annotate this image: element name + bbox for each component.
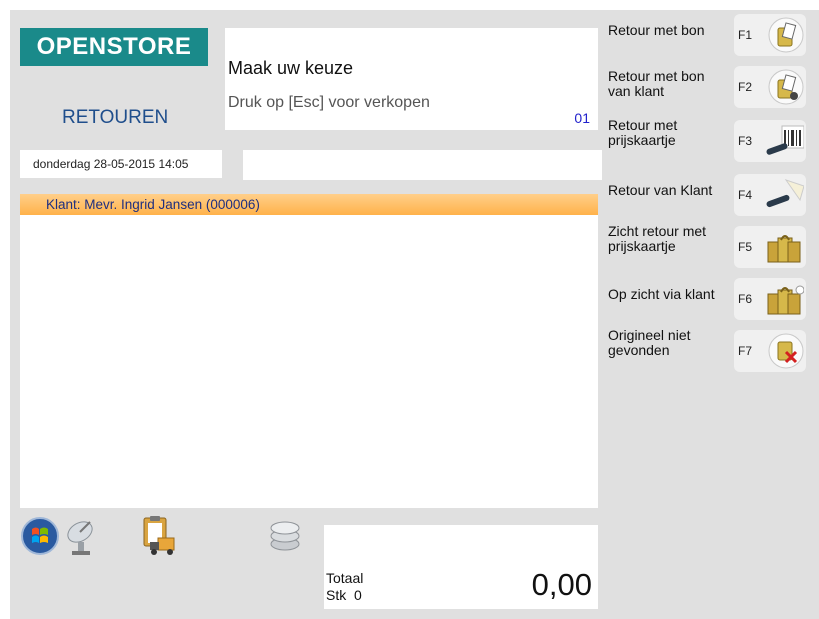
mode-title: RETOUREN	[62, 107, 169, 128]
fkey-f4-button[interactable]: F4	[734, 174, 806, 216]
fkey-f4-label: Retour van Klant	[608, 182, 713, 198]
barcode-scanner-icon	[766, 125, 804, 155]
fkey-f4-key: F4	[738, 188, 753, 202]
coins-stack-icon[interactable]	[263, 514, 307, 558]
scanner-customer-icon	[766, 179, 804, 208]
fkey-f1-row: Retour met bon F1	[608, 14, 808, 56]
fkey-f1-label: Retour met bon	[608, 22, 705, 38]
shopping-bags-icon	[767, 235, 801, 263]
pos-window: OPENSTORE RETOUREN Maak uw keuze Druk op…	[10, 10, 819, 619]
count-value: 0	[354, 587, 362, 603]
fkey-f3-key: F3	[738, 134, 753, 148]
fkey-f3-label: Retour met prijskaartje	[608, 117, 678, 148]
register-number: 01	[574, 110, 590, 126]
fkey-f6-label: Op zicht via klant	[608, 286, 715, 302]
prompt-subtitle: Druk op [Esc] voor verkopen	[228, 94, 430, 111]
prompt-panel: Maak uw keuze Druk op [Esc] voor verkope…	[225, 28, 598, 130]
fkey-f6-row: Op zicht via klant F6	[608, 278, 808, 320]
bags-receipt-customer-icon	[768, 69, 804, 105]
fkey-f4-row: Retour van Klant F4	[608, 174, 808, 216]
fkey-f2-row: Retour met bon van klant F2	[608, 66, 808, 108]
count-label: Stk	[326, 587, 347, 603]
scan-input[interactable]	[243, 150, 602, 180]
bags-receipt-icon	[768, 17, 804, 53]
fkey-f7-label: Origineel niet gevonden	[608, 327, 691, 358]
fkey-f7-button[interactable]: F7	[734, 330, 806, 372]
fkey-f1-button[interactable]: F1	[734, 14, 806, 56]
windows-start-icon[interactable]	[20, 514, 64, 558]
transaction-list[interactable]: Klant: Mevr. Ingrid Jansen (000006)	[20, 194, 598, 508]
fkey-f7-key: F7	[738, 344, 753, 358]
total-amount: 0,00	[531, 567, 592, 602]
shopping-bags-customer-icon	[767, 285, 804, 315]
customer-row[interactable]: Klant: Mevr. Ingrid Jansen (000006)	[20, 194, 598, 215]
fkey-f5-label: Zicht retour met prijskaartje	[608, 223, 707, 254]
total-label: Totaal	[326, 570, 364, 586]
datetime-display: donderdag 28-05-2015 14:05	[20, 150, 222, 178]
fkey-f2-button[interactable]: F2	[734, 66, 806, 108]
fkey-f5-key: F5	[738, 240, 753, 254]
satellite-dish-icon[interactable]	[60, 514, 104, 558]
clipboard-delivery-icon[interactable]	[136, 514, 180, 558]
fkey-f3-row: Retour met prijskaartje F3	[608, 117, 808, 162]
prompt-title: Maak uw keuze	[228, 58, 354, 78]
fkey-f3-button[interactable]: F3	[734, 120, 806, 162]
fkey-f6-key: F6	[738, 292, 753, 306]
fkey-f1-key: F1	[738, 28, 753, 42]
fkey-f2-label: Retour met bon van klant	[608, 68, 705, 99]
totals-panel: Totaal Stk 0 0,00	[324, 525, 598, 609]
bag-not-found-icon	[768, 333, 804, 369]
item-count: Stk 0	[326, 587, 362, 603]
openstore-logo: OPENSTORE	[20, 28, 208, 66]
fkey-f2-key: F2	[738, 80, 753, 94]
fkey-f6-button[interactable]: F6	[734, 278, 806, 320]
fkey-f7-row: Origineel niet gevonden F7	[608, 327, 808, 372]
fkey-f5-row: Zicht retour met prijskaartje F5	[608, 223, 808, 268]
fkey-f5-button[interactable]: F5	[734, 226, 806, 268]
